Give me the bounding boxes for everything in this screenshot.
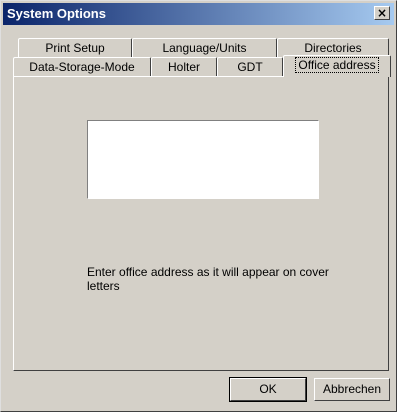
- tab-language-units[interactable]: Language/Units: [132, 38, 277, 58]
- tab-data-storage-mode[interactable]: Data-Storage-Mode: [13, 57, 151, 77]
- office-address-hint: Enter office address as it will appear o…: [87, 265, 329, 293]
- system-options-dialog: System Options × Print Setup Language/Un…: [0, 0, 397, 412]
- tab-office-address[interactable]: Office address: [283, 55, 391, 77]
- tab-label: Print Setup: [45, 41, 105, 55]
- tab-label: GDT: [237, 60, 263, 74]
- window-title: System Options: [7, 6, 106, 21]
- tab-label: Language/Units: [162, 41, 247, 55]
- tab-label: Office address: [295, 57, 379, 73]
- tab-label: Data-Storage-Mode: [29, 60, 135, 74]
- cancel-button[interactable]: Abbrechen: [314, 378, 390, 401]
- close-icon: ×: [376, 6, 388, 20]
- tab-print-setup[interactable]: Print Setup: [18, 38, 132, 58]
- tab-label: Holter: [167, 60, 200, 74]
- office-address-input[interactable]: [87, 120, 319, 199]
- close-button[interactable]: ×: [374, 6, 390, 20]
- title-bar: System Options ×: [3, 3, 394, 25]
- tab-gdt[interactable]: GDT: [217, 57, 283, 77]
- tab-holter[interactable]: Holter: [151, 57, 217, 77]
- ok-button[interactable]: OK: [229, 377, 307, 402]
- tab-label: Directories: [304, 41, 362, 55]
